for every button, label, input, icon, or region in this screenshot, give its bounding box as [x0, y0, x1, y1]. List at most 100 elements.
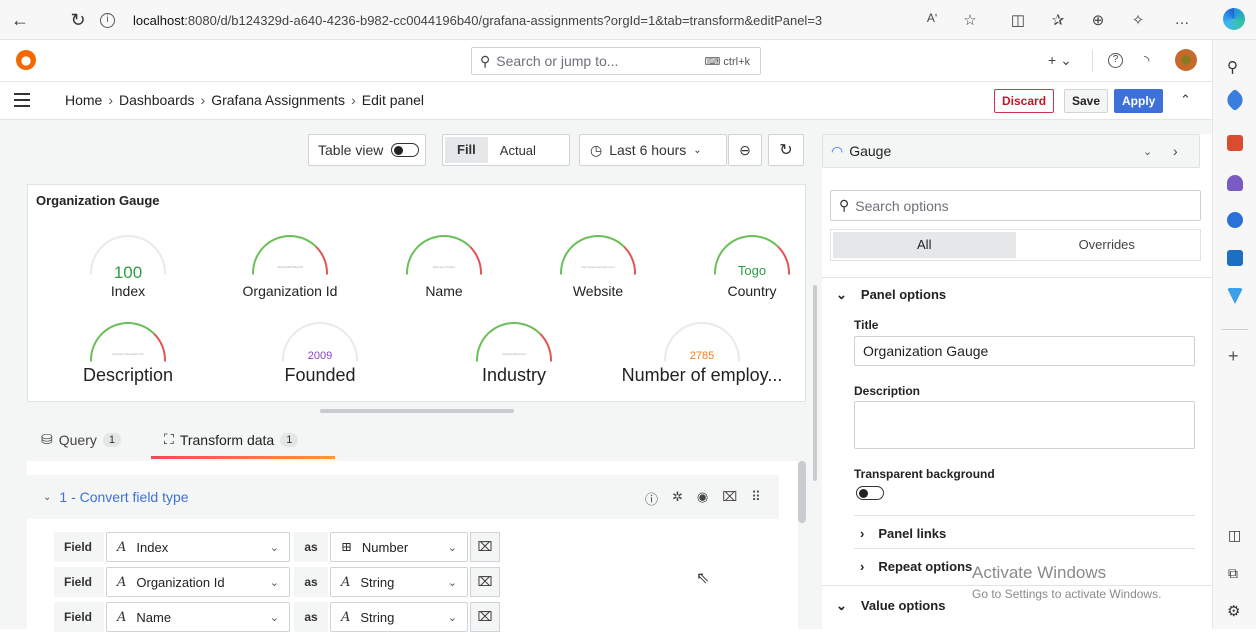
shopping-icon[interactable]: [1223, 88, 1247, 112]
toggle-visibility-eye-icon[interactable]: ◉: [697, 489, 708, 508]
table-view-switch[interactable]: [391, 143, 420, 157]
help-icon[interactable]: ?: [1108, 53, 1123, 68]
type-value: String: [360, 574, 395, 590]
options-filter-tabs: All Overrides: [830, 229, 1201, 261]
convert-field-row: Field A Name ⌄ as A String ⌄ ⌧: [54, 602, 500, 632]
type-select[interactable]: A String ⌄: [330, 567, 468, 597]
string-type-icon: A: [341, 574, 351, 590]
favorites-icon[interactable]: ✰: [1048, 11, 1068, 29]
type-select[interactable]: ⊞ Number ⌄: [330, 532, 468, 562]
description-textarea[interactable]: [854, 401, 1195, 449]
panel-options-section[interactable]: ⌄ Panel options: [836, 287, 946, 303]
field-select[interactable]: A Name ⌄: [106, 602, 290, 632]
type-select[interactable]: A String ⌄: [330, 602, 468, 632]
delete-row-trash-icon[interactable]: ⌧: [470, 532, 500, 562]
breadcrumb: Home › Dashboards › Grafana Assignments …: [65, 92, 424, 108]
address-bar[interactable]: i localhost:8080/d/b124329d-a640-4236-b9…: [100, 6, 930, 34]
tab-query-count: 1: [102, 432, 121, 447]
breadcrumb-dashboards[interactable]: Dashboards: [119, 92, 195, 108]
pane-resize-handle[interactable]: [320, 409, 514, 413]
tools-icon[interactable]: [1227, 135, 1243, 151]
tab-query-label: Query: [58, 431, 97, 448]
tab-transform[interactable]: ⛶ Transform data 1: [164, 431, 299, 448]
breadcrumb-dashboard[interactable]: Grafana Assignments: [211, 92, 345, 108]
description-label: Description: [854, 384, 921, 398]
collapse-chevron-up-icon[interactable]: ⌃: [1180, 92, 1191, 108]
read-aloud-icon[interactable]: Aʹ: [922, 11, 942, 25]
save-button[interactable]: Save: [1064, 89, 1109, 113]
copilot-icon[interactable]: [1223, 8, 1245, 30]
panel-links-section[interactable]: › Panel links: [860, 526, 946, 541]
new-menu-button[interactable]: + ⌄: [1048, 52, 1072, 69]
search-options-input[interactable]: ⚲ Search options: [830, 190, 1201, 221]
collections-icon[interactable]: ⊕: [1088, 11, 1108, 29]
table-view-toggle[interactable]: Table view: [308, 134, 426, 166]
field-select[interactable]: A Index ⌄: [106, 532, 290, 562]
split-screen-icon[interactable]: ◫: [1008, 11, 1028, 29]
games-icon[interactable]: [1227, 175, 1243, 191]
extensions-icon[interactable]: ✧: [1128, 11, 1148, 29]
scrollbar-thumb[interactable]: [798, 461, 806, 523]
gauge-label: Organization Id: [242, 283, 338, 299]
news-rss-icon[interactable]: ◝: [1144, 52, 1149, 69]
type-value: Number: [361, 539, 409, 555]
chevron-down-icon: ⌄: [269, 576, 279, 589]
search-icon[interactable]: ⚲: [1227, 58, 1238, 76]
delete-row-trash-icon[interactable]: ⌧: [470, 567, 500, 597]
external-link-icon[interactable]: ⧉: [1228, 565, 1238, 582]
outlook-icon[interactable]: [1227, 250, 1243, 266]
database-icon: ⛁: [41, 431, 53, 447]
value-options-section[interactable]: ⌄ Value options: [836, 598, 945, 614]
gauge-arc: [90, 322, 166, 362]
tab-query[interactable]: ⛁ Query 1: [41, 431, 121, 448]
debug-bug-icon[interactable]: ✲: [672, 489, 683, 508]
time-range-picker[interactable]: ◷ Last 6 hours ⌄: [579, 134, 727, 166]
visualization-picker[interactable]: ◠ Gauge ⌄ ›: [822, 134, 1200, 168]
microsoft365-icon[interactable]: [1227, 212, 1243, 228]
drag-handle-icon[interactable]: ⠿: [751, 489, 761, 508]
tab-transform-count: 1: [280, 432, 299, 447]
more-icon[interactable]: …: [1172, 11, 1192, 28]
gauge-icon: ◠: [831, 142, 844, 159]
sidebar-toggle-icon[interactable]: ◫: [1228, 527, 1241, 544]
transparent-background-toggle[interactable]: [856, 486, 884, 500]
options-divider: [854, 548, 1195, 549]
drop-icon[interactable]: [1227, 288, 1243, 304]
panel-title: Organization Gauge: [36, 193, 160, 208]
tab-overrides[interactable]: Overrides: [1016, 232, 1199, 258]
search-icon: ⚲: [839, 197, 850, 213]
back-icon[interactable]: ←: [8, 8, 32, 32]
grafana-logo-icon[interactable]: [16, 50, 36, 70]
fill-option[interactable]: Fill: [445, 137, 488, 163]
title-input[interactable]: Organization Gauge: [854, 336, 1195, 366]
vertical-resize-handle[interactable]: [813, 285, 817, 481]
discard-button[interactable]: Discard: [994, 89, 1055, 113]
sidebar-divider: [1222, 329, 1248, 330]
chevron-right-icon[interactable]: ›: [1173, 143, 1178, 159]
clock-icon: ◷: [590, 141, 603, 158]
convert-field-row: Field A Index ⌄ as ⊞ Number ⌄ ⌧: [54, 532, 500, 562]
favorite-star-icon[interactable]: ☆: [960, 11, 980, 29]
tab-all[interactable]: All: [833, 232, 1016, 258]
search-input[interactable]: ⚲ Search or jump to... ⌨ ctrl+k: [471, 47, 761, 75]
field-select[interactable]: A Organization Id ⌄: [106, 567, 290, 597]
settings-gear-icon[interactable]: ⚙: [1227, 602, 1240, 620]
collapse-chevron-down-icon: ⌄: [43, 491, 52, 503]
reload-icon[interactable]: ↻: [66, 8, 90, 32]
breadcrumb-home[interactable]: Home: [65, 92, 102, 108]
transform-title[interactable]: ⌄ 1 - Convert field type: [43, 489, 189, 505]
delete-row-trash-icon[interactable]: ⌧: [470, 602, 500, 632]
grafana-topbar: ⚲ Search or jump to... ⌨ ctrl+k + ⌄ ? ◝: [0, 40, 1212, 82]
time-range-label: Last 6 hours: [609, 142, 687, 158]
add-icon[interactable]: +: [1228, 346, 1239, 367]
avatar[interactable]: [1175, 49, 1197, 71]
actual-option[interactable]: Actual: [488, 143, 548, 158]
apply-button[interactable]: Apply: [1114, 89, 1164, 113]
help-icon[interactable]: ⓘ: [645, 489, 658, 508]
refresh-button[interactable]: ↻: [768, 134, 804, 166]
zoom-out-button[interactable]: ⊖: [728, 134, 762, 166]
menu-icon[interactable]: [14, 93, 30, 107]
delete-trash-icon[interactable]: ⌧: [722, 489, 737, 508]
site-info-icon[interactable]: i: [100, 12, 115, 28]
repeat-options-section[interactable]: › Repeat options: [860, 559, 972, 574]
